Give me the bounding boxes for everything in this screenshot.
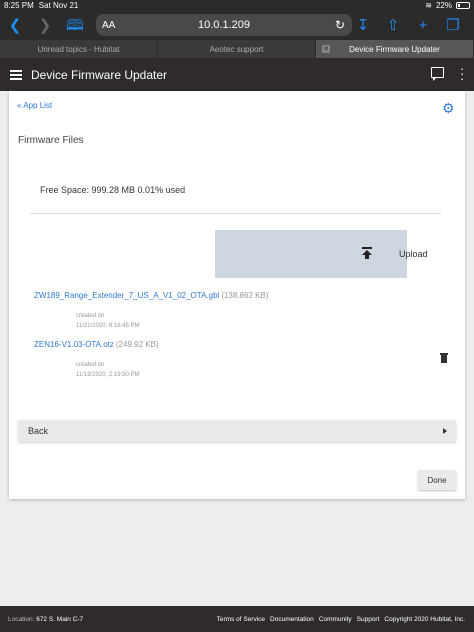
created-date: 11/18/2020, 2:19:50 PM: [76, 372, 140, 378]
status-time: 8:25 PM: [4, 1, 34, 10]
copyright-text: Copyright 2020 Hubitat, Inc.: [384, 615, 465, 623]
support-link[interactable]: Support: [357, 616, 380, 623]
file-item: ZEN16-V1.03-OTA.otz (249.92 KB): [34, 340, 159, 349]
location-info: Location: 672 S. Main C-7: [8, 616, 83, 623]
main-card: « App List ⚙ Firmware Files Free Space: …: [9, 91, 465, 499]
divider: [30, 213, 441, 214]
battery-icon: [456, 2, 470, 9]
file-name-link[interactable]: ZW189_Range_Extender_7_US_A_V1_02_OTA.gb…: [34, 291, 219, 300]
done-button[interactable]: Done: [418, 470, 456, 490]
upload-icon: [362, 247, 372, 259]
text-size-button[interactable]: AA: [102, 20, 115, 31]
tab-unread-topics[interactable]: Unread topics - Hubitat: [0, 40, 158, 58]
community-link[interactable]: Community: [319, 616, 352, 623]
browser-tabs: Unread topics - Hubitat Aeotec support ✕…: [0, 40, 474, 58]
delete-icon[interactable]: [440, 353, 448, 363]
back-chevron-icon[interactable]: ❮: [0, 18, 30, 33]
documentation-link[interactable]: Documentation: [270, 616, 314, 623]
location-label: Location:: [8, 615, 35, 623]
status-indicators: ≋ 22%: [425, 1, 470, 10]
menu-icon[interactable]: [10, 68, 22, 82]
arrow-right-icon: [443, 428, 447, 434]
created-date: 11/21/2020, 8:16:45 PM: [76, 323, 140, 329]
gear-icon[interactable]: ⚙: [442, 101, 455, 115]
close-tab-icon[interactable]: ✕: [322, 45, 330, 53]
file-created: created on 11/18/2020, 2:19:50 PM: [76, 360, 140, 380]
new-tab-icon[interactable]: +: [408, 18, 438, 33]
browser-actions: ↧ ⇧ + ❐: [348, 11, 468, 40]
wifi-icon: ≋: [425, 1, 432, 10]
file-name-link[interactable]: ZEN16-V1.03-OTA.otz: [34, 340, 114, 349]
forward-chevron-icon[interactable]: ❯: [30, 18, 60, 33]
bookmarks-icon[interactable]: 🕮: [60, 18, 90, 33]
tab-aeotec-support[interactable]: Aeotec support: [158, 40, 316, 58]
terms-link[interactable]: Terms of Service: [217, 616, 265, 623]
chat-icon[interactable]: [431, 67, 444, 81]
app-bar: Device Firmware Updater · · ·: [0, 58, 474, 91]
upload-button[interactable]: Upload: [215, 230, 428, 278]
tab-device-firmware-updater[interactable]: ✕ Device Firmware Updater: [316, 40, 474, 58]
file-item: ZW189_Range_Extender_7_US_A_V1_02_OTA.gb…: [34, 291, 268, 300]
app-list-link[interactable]: « App List: [17, 101, 52, 110]
status-date: Sat Nov 21: [38, 1, 79, 10]
battery-level: [458, 4, 460, 7]
file-size: (138.862 KB): [221, 291, 269, 300]
share-icon[interactable]: ⇧: [378, 18, 408, 33]
created-label: created on: [76, 362, 105, 368]
tabs-overview-icon[interactable]: ❐: [438, 18, 468, 33]
tab-label: Aeotec support: [209, 44, 264, 54]
footer: Location: 672 S. Main C-7 Terms of Servi…: [0, 606, 474, 632]
page-title: Device Firmware Updater: [31, 67, 168, 82]
tab-label: Device Firmware Updater: [349, 44, 440, 54]
browser-toolbar: ❮ ❯ 🕮 AA 10.0.1.209 ↻ ↧ ⇧ + ❐: [0, 11, 474, 40]
url-text[interactable]: 10.0.1.209: [96, 19, 352, 31]
battery-percent: 22%: [435, 1, 452, 10]
file-created: created on 11/21/2020, 8:16:45 PM: [76, 311, 140, 331]
download-icon[interactable]: ↧: [348, 18, 378, 33]
back-label: Back: [28, 426, 49, 436]
status-bar: 8:25 PM Sat Nov 21 ≋ 22%: [0, 0, 474, 11]
file-size: (249.92 KB): [115, 340, 159, 349]
back-button[interactable]: Back: [18, 420, 456, 442]
location-value: 672 S. Main C-7: [36, 615, 84, 623]
free-space-text: Free Space: 999.28 MB 0.01% used: [40, 185, 186, 195]
footer-links: Terms of Service Documentation Community…: [217, 616, 465, 623]
section-title: Firmware Files: [18, 135, 84, 146]
created-label: created on: [76, 313, 105, 319]
address-bar[interactable]: AA 10.0.1.209 ↻: [96, 14, 352, 36]
tab-label: Unread topics - Hubitat: [37, 44, 120, 54]
upload-label: Upload: [399, 249, 428, 259]
more-vert-icon[interactable]: · · ·: [460, 62, 466, 85]
reload-icon[interactable]: ↻: [335, 18, 345, 32]
